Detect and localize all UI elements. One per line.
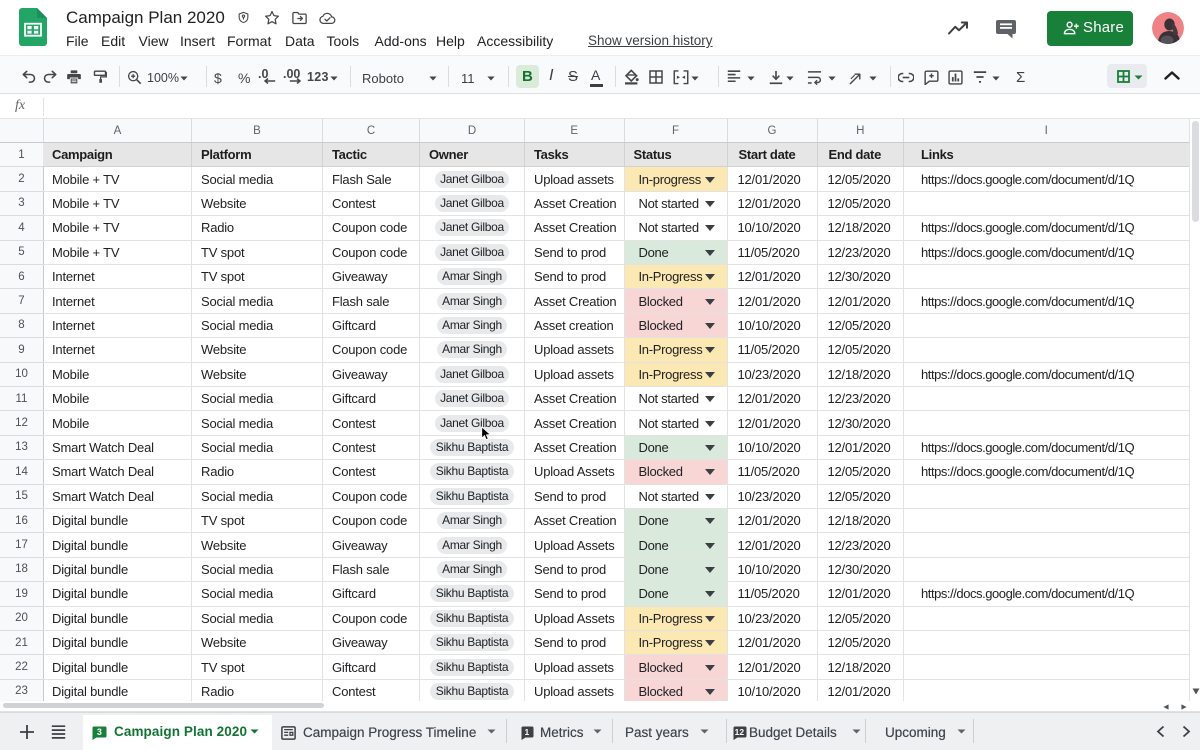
svg-text:3: 3	[97, 727, 102, 737]
svg-text:12: 12	[735, 727, 745, 737]
svg-text:1: 1	[525, 727, 530, 737]
